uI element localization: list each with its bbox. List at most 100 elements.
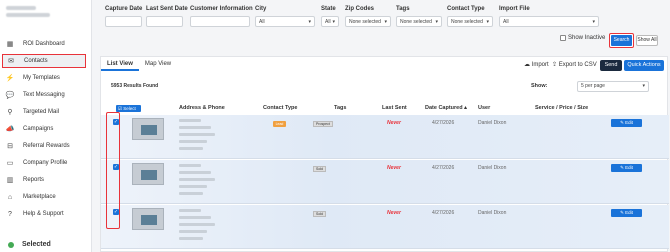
export-label: Export to CSV [558,62,597,68]
phone-redacted [179,185,207,188]
chat-icon: 💬 [5,92,15,99]
sidebar-item-label: Marketplace [23,194,56,200]
sidebar-item-label: Targeted Mail [23,109,60,115]
sidebar-item-reports[interactable]: ▥ Reports [2,173,86,187]
phone-redacted [179,230,207,233]
capture-date-input[interactable] [105,16,142,27]
chevron-down-icon: ▾ [435,19,438,25]
state-label: State [321,6,336,12]
chevron-down-icon: ▾ [592,19,595,25]
table-row[interactable]: ✓ Sold Never 4/27/2026 Daniel Dixon ✎ Edit [101,160,669,204]
dashboard-icon: ▦ [6,41,14,48]
table-header: Address & Phone Contact Type Tags Last S… [101,103,669,115]
sidebar-item-contacts[interactable]: ✉ Contacts [2,54,86,68]
col-last-sent: Last Sent [382,105,407,111]
table-row[interactable]: ✓ Lead Prospect Never 4/27/2026 Daniel Dixon ✎… [101,115,669,159]
edit-button[interactable]: ✎ Edit [611,164,642,172]
send-button[interactable]: Send [600,60,622,71]
show-all-button[interactable]: Show All [636,35,658,46]
chevron-down-icon: ▾ [308,19,311,25]
tab-list-view[interactable]: List View [101,57,139,71]
property-thumbnail[interactable] [132,163,164,185]
phone-redacted [179,192,203,195]
city-select[interactable]: All ▾ [255,16,315,27]
tags-select[interactable]: None selected ▾ [396,16,442,27]
selected-checkboxes-highlight [106,112,120,229]
user-value: Daniel Dixon [478,165,507,171]
zip-codes-value: None selected [349,19,381,25]
address-redacted [179,164,201,167]
import-label: Import [531,62,549,68]
show-inactive-checkbox[interactable] [560,35,566,41]
show-inactive-label: Show Inactive [568,35,606,41]
search-button[interactable]: Search [611,35,632,46]
chevron-down-icon: ▾ [332,19,335,25]
table-row[interactable]: ✓ Sold Never 4/27/2026 Daniel Dixon ✎ Edit [101,205,669,249]
sidebar-item-help-support[interactable]: ? Help & Support [2,207,86,221]
user-value: Daniel Dixon [478,210,507,216]
sidebar-item-referral-rewards[interactable]: ⊟ Referral Rewards [2,139,86,153]
zip-codes-select[interactable]: None selected ▾ [345,16,391,27]
sidebar-item-marketplace[interactable]: ⌂ Marketplace [2,190,86,204]
view-tabs: List View Map View [101,57,177,71]
megaphone-icon: 📣 [5,126,15,133]
col-date-captured[interactable]: Date Captured ▴ [425,105,467,111]
city-label: City [255,6,267,12]
account-name-redacted [6,6,36,10]
tag-badge: Sold [313,166,327,172]
per-page-select[interactable]: 5 per page ▾ [577,81,649,92]
address-redacted [179,216,211,219]
sidebar-item-roi-dashboard[interactable]: ▦ ROI Dashboard [2,37,86,51]
store-icon: ⌂ [7,193,13,201]
sidebar-item-label: Help & Support [23,211,64,217]
sidebar-item-company-profile[interactable]: ▭ Company Profile [2,156,86,170]
sidebar-item-label: Company Profile [23,160,68,166]
customer-info-label: Customer Information [190,6,253,12]
edit-button[interactable]: ✎ Edit [611,209,642,217]
tab-map-view[interactable]: Map View [139,57,177,71]
address-redacted [179,133,215,136]
search-button-outline: Search [609,33,634,48]
last-sent-value: Never [387,165,401,171]
tag-badge: Prospect [313,121,333,127]
contacts-panel: List View Map View ☁ Import ⇪ Export to … [100,56,669,252]
address-redacted [179,171,211,174]
export-icon: ⇪ [552,62,559,68]
tags-label: Tags [396,6,410,12]
gift-icon: ⊟ [7,143,13,150]
last-sent-date-input[interactable] [146,16,183,27]
phone-redacted [179,237,203,240]
profile-card-icon: ▭ [6,160,14,167]
user-value: Daniel Dixon [478,120,507,126]
property-thumbnail[interactable] [132,208,164,230]
import-file-select[interactable]: All ▾ [499,16,599,27]
results-count: 5953 Results Found [111,83,159,89]
zip-codes-label: Zip Codes [345,6,375,12]
sidebar-item-campaigns[interactable]: 📣 Campaigns [2,122,86,136]
import-link[interactable]: ☁ Import [524,61,549,68]
col-service: Service / Price / Size [535,105,589,111]
city-value: All [259,19,265,25]
edit-button[interactable]: ✎ Edit [611,119,642,127]
chevron-down-icon: ▾ [384,19,387,25]
export-csv-link[interactable]: ⇪ Export to CSV [552,61,597,68]
status-dot [8,242,14,248]
date-captured-value: 4/27/2026 [432,120,455,126]
tags-value: None selected [400,19,432,25]
sidebar-item-targeted-mail[interactable]: ⚲ Targeted Mail [2,105,86,119]
sidebar-item-text-messaging[interactable]: 💬 Text Messaging [2,88,86,102]
question-icon: ? [8,210,12,218]
property-thumbnail[interactable] [132,118,164,140]
show-inactive-toggle[interactable]: Show Inactive [560,35,605,41]
per-page-value: 5 per page [581,83,605,89]
phone-redacted [179,147,203,150]
state-select[interactable]: All ▾ [321,16,339,27]
sidebar-item-my-templates[interactable]: ⚡ My Templates [2,71,86,85]
tag-badge: Sold [313,211,327,217]
customer-info-input[interactable] [190,16,250,27]
quick-actions-button[interactable]: Quick Actions [624,60,664,71]
sidebar-footer-label: Selected [22,241,51,248]
contact-type-select[interactable]: None selected ▾ [447,16,493,27]
address-redacted [179,119,201,122]
select-all-button[interactable]: ☑ Select All [116,105,141,118]
